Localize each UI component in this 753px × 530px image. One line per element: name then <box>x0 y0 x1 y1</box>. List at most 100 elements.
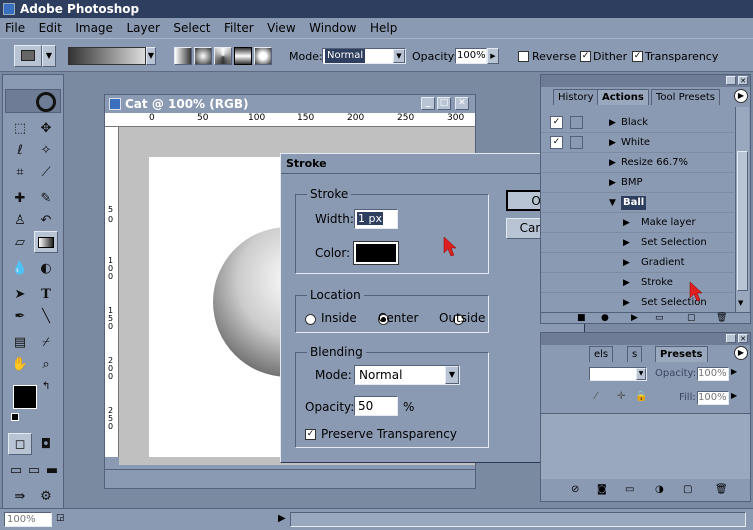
dialog-toggle[interactable] <box>570 136 583 149</box>
dither-checkbox[interactable]: ✓ <box>580 51 591 62</box>
layer-opacity-input[interactable]: 100% <box>697 367 729 381</box>
list-item[interactable]: ▶ Make layer <box>541 213 734 233</box>
list-item[interactable]: ▶ Resize 66.7% <box>541 153 734 173</box>
path-selection-icon[interactable]: ➤ <box>8 283 32 305</box>
radial-gradient-button[interactable] <box>194 47 212 65</box>
opacity-input[interactable]: 50 <box>354 396 398 416</box>
screen-mode-standard-icon[interactable]: ▭ <box>7 459 25 481</box>
foreground-color-swatch[interactable] <box>13 385 37 409</box>
reflected-gradient-button[interactable] <box>234 47 252 65</box>
tab-actions[interactable]: Actions <box>597 89 649 105</box>
new-layer-icon[interactable]: ▢ <box>683 484 692 495</box>
expand-triangle-icon[interactable]: ▶ <box>623 213 630 233</box>
list-item[interactable]: ▶ Stroke <box>541 273 734 293</box>
expanded-triangle-icon[interactable]: ▼ <box>609 193 616 213</box>
menu-image[interactable]: Image <box>70 18 118 38</box>
maximize-icon[interactable]: □ <box>437 97 451 110</box>
close-icon[interactable]: ✕ <box>455 97 469 110</box>
expand-triangle-icon[interactable]: ▶ <box>623 273 630 293</box>
expand-triangle-icon[interactable]: ▶ <box>623 253 630 273</box>
adjustment-layer-icon[interactable]: ◑ <box>655 484 664 495</box>
layers-list[interactable] <box>541 413 750 479</box>
dialog-toggle[interactable] <box>570 116 583 129</box>
screen-mode-menu-icon[interactable]: ▭ <box>25 459 43 481</box>
magic-wand-icon[interactable]: ✧ <box>34 139 58 161</box>
default-colors-icon[interactable] <box>11 413 19 421</box>
record-icon[interactable]: ● <box>601 313 609 323</box>
crop-icon[interactable]: ⌗ <box>8 161 32 183</box>
minimize-icon[interactable]: _ <box>421 97 435 110</box>
menu-edit[interactable]: Edit <box>34 18 67 38</box>
brush-icon[interactable]: ✎ <box>34 187 58 209</box>
angle-gradient-button[interactable] <box>214 47 232 65</box>
minimize-icon[interactable] <box>726 76 736 85</box>
minimize-icon[interactable] <box>726 334 736 343</box>
quick-mask-icon[interactable]: ◘ <box>34 433 58 455</box>
tab-tool-presets[interactable]: Tool Presets <box>651 89 720 105</box>
add-mask-icon[interactable]: ◙ <box>597 484 607 495</box>
transparency-checkbox[interactable]: ✓ <box>632 51 643 62</box>
layer-mode-select[interactable]: ▼ <box>589 367 647 381</box>
lock-brush-icon[interactable]: ⁄ <box>595 391 597 402</box>
pen-icon[interactable]: ✒ <box>8 305 32 327</box>
menu-help[interactable]: Help <box>365 18 402 38</box>
diamond-gradient-button[interactable] <box>254 47 272 65</box>
mode-select[interactable]: Normal ▼ <box>322 48 406 64</box>
gradient-preview[interactable] <box>68 47 146 65</box>
opacity-arrow-icon[interactable]: ▶ <box>731 367 737 376</box>
line-icon[interactable]: ╲ <box>34 305 58 327</box>
new-set-icon[interactable]: ▭ <box>655 313 664 323</box>
list-item[interactable]: ✓ ▶ White <box>541 133 734 153</box>
gradient-dropdown-icon[interactable]: ▼ <box>146 47 156 65</box>
lock-move-icon[interactable]: ✛ <box>617 391 625 402</box>
clone-stamp-icon[interactable]: ♙ <box>8 209 32 231</box>
status-arrow-icon[interactable]: ▶ <box>278 513 286 524</box>
opacity-arrow-icon[interactable]: ▶ <box>487 48 499 64</box>
new-group-icon[interactable]: ▭ <box>625 484 634 495</box>
notes-icon[interactable]: ▤ <box>8 331 32 353</box>
document-title-bar[interactable]: Cat @ 100% (RGB) _ □ ✕ <box>105 95 475 113</box>
chevron-down-icon[interactable]: ▼ <box>42 45 56 67</box>
move-icon[interactable]: ✥ <box>34 117 58 139</box>
expand-triangle-icon[interactable]: ▶ <box>623 293 630 312</box>
panel-title-bar[interactable]: ✕ <box>541 333 750 345</box>
toggle-checkbox[interactable]: ✓ <box>550 116 563 129</box>
play-icon[interactable]: ▶ <box>631 313 638 323</box>
tab-channels[interactable]: s <box>627 346 643 362</box>
width-input[interactable]: 1 px <box>354 209 398 229</box>
jump-to-imageready-icon[interactable]: ⇛ <box>8 485 32 507</box>
list-item[interactable]: ▶ Set Selection <box>541 233 734 253</box>
expand-triangle-icon[interactable]: ▶ <box>623 233 630 253</box>
imageready-icon[interactable]: ⚙ <box>34 485 58 507</box>
menu-layer[interactable]: Layer <box>121 18 164 38</box>
stop-icon[interactable]: ■ <box>577 313 586 323</box>
status-menu-icon[interactable]: ◲ <box>56 513 65 523</box>
menu-select[interactable]: Select <box>168 18 215 38</box>
expand-triangle-icon[interactable]: ▶ <box>609 173 616 193</box>
slice-icon[interactable]: ⟋ <box>34 161 58 183</box>
layer-fill-input[interactable]: 100% <box>697 391 729 405</box>
stroke-color-swatch[interactable] <box>353 241 399 265</box>
list-item[interactable]: ▶ Set Selection <box>541 293 734 312</box>
zoom-icon[interactable]: ⌕ <box>34 353 58 375</box>
panel-menu-icon[interactable]: ▶ <box>734 89 748 103</box>
blur-icon[interactable]: 💧 <box>8 257 32 279</box>
link-icon[interactable]: ⊘ <box>571 484 579 495</box>
menu-view[interactable]: View <box>262 18 300 38</box>
close-icon[interactable]: ✕ <box>738 334 748 343</box>
dodge-icon[interactable]: ◐ <box>34 257 58 279</box>
eraser-icon[interactable]: ▱ <box>8 231 32 253</box>
gradient-icon[interactable] <box>34 231 58 253</box>
panel-menu-icon[interactable]: ▶ <box>734 346 748 360</box>
list-item[interactable]: ▶ Gradient <box>541 253 734 273</box>
tab-layers[interactable]: els <box>589 346 614 362</box>
expand-triangle-icon[interactable]: ▶ <box>609 153 616 173</box>
scrollbar[interactable]: ▼ <box>735 107 749 312</box>
eyedropper-icon[interactable]: ⌿ <box>34 331 58 353</box>
trash-icon[interactable]: 🗑 <box>715 484 728 495</box>
scroll-down-icon[interactable]: ▼ <box>738 299 743 307</box>
menu-filter[interactable]: Filter <box>219 18 259 38</box>
panel-title-bar[interactable]: ✕ <box>541 75 750 87</box>
marquee-icon[interactable]: ⬚ <box>8 117 32 139</box>
lock-icon[interactable]: 🔒 <box>635 391 647 402</box>
